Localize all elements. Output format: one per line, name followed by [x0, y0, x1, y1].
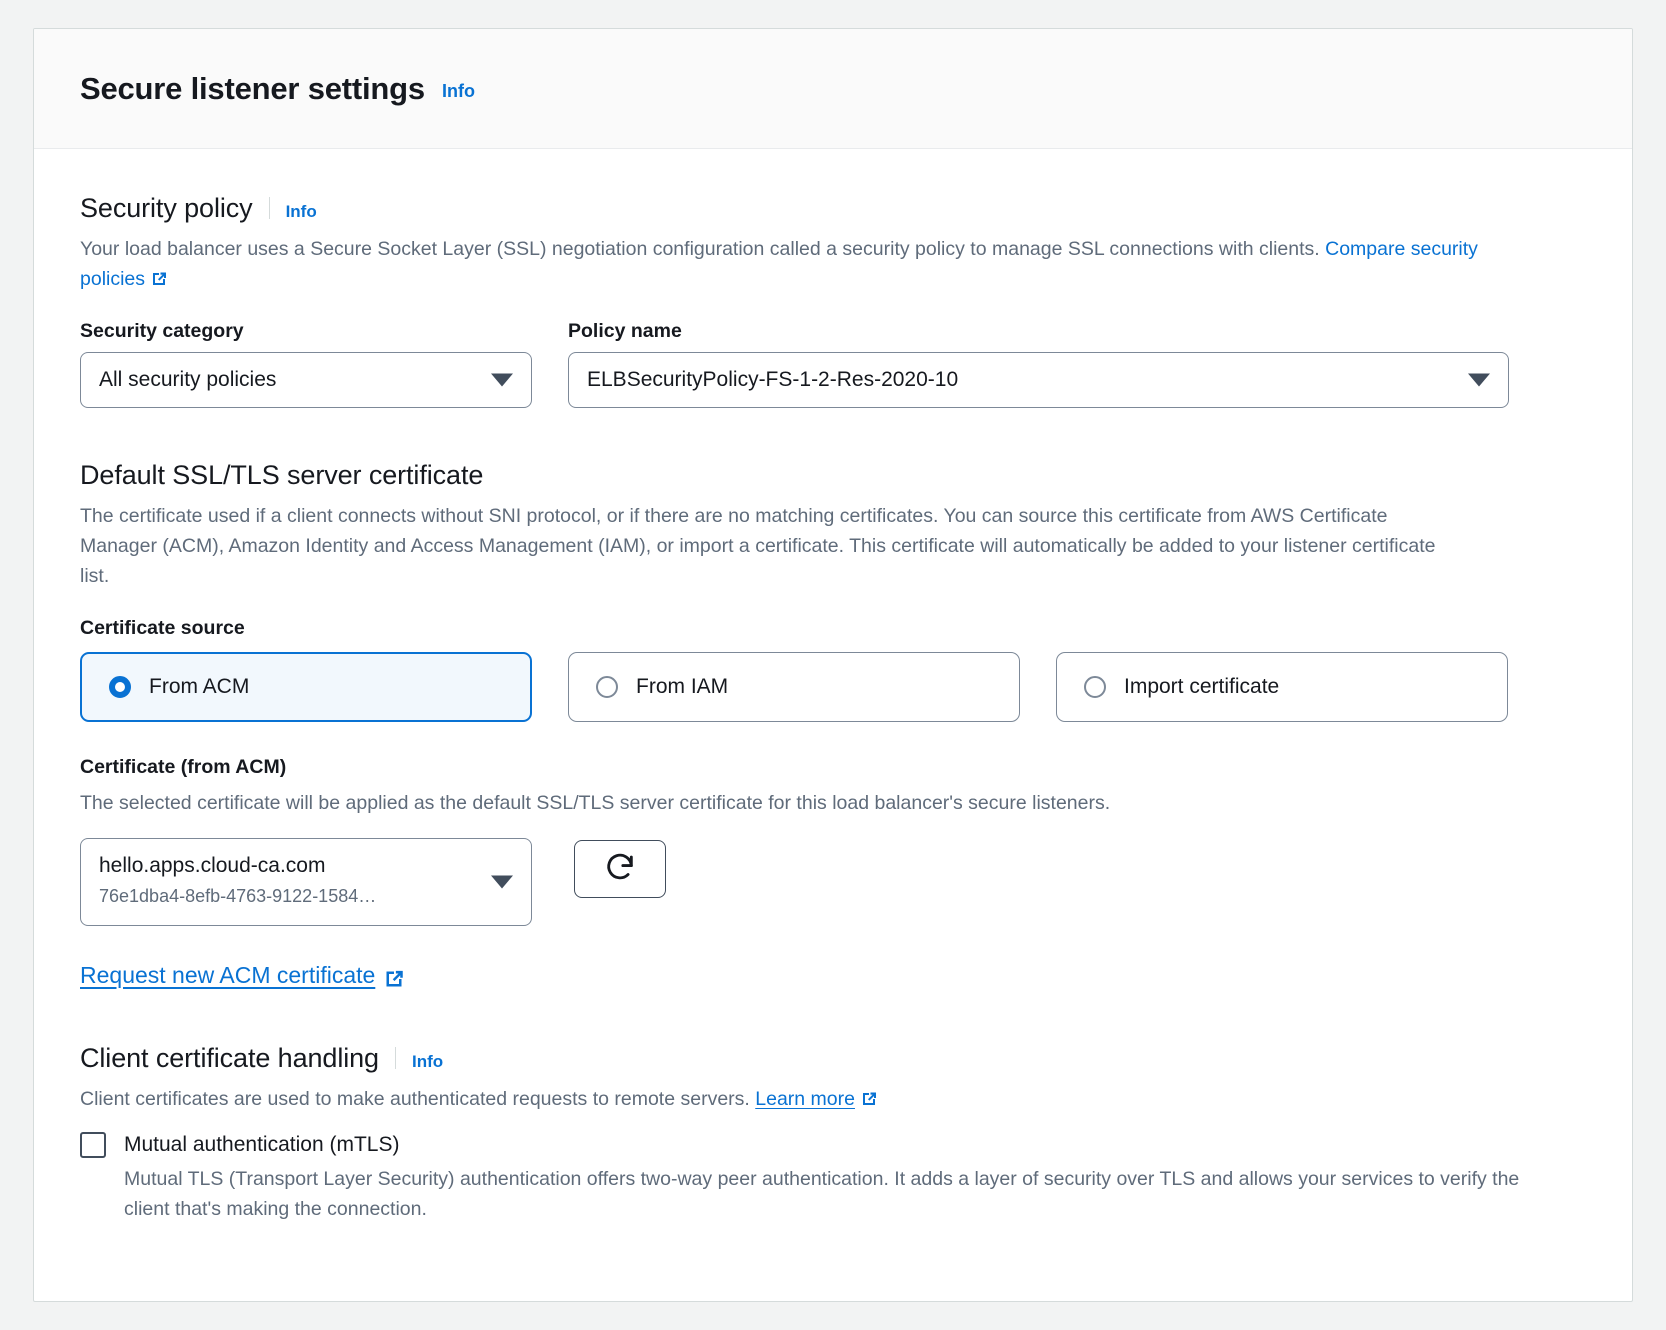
default-certificate-heading: Default SSL/TLS server certificate [80, 460, 1586, 491]
external-link-icon [861, 1091, 877, 1107]
certificate-source-label: Certificate source [80, 617, 245, 639]
panel-info-link[interactable]: Info [442, 81, 475, 102]
security-policy-description: Your load balancer uses a Secure Socket … [80, 234, 1510, 294]
certificate-source-option-import[interactable]: Import certificate [1056, 652, 1508, 722]
client-certificate-info-link[interactable]: Info [412, 1052, 443, 1072]
client-certificate-description-text: Client certificates are used to make aut… [80, 1088, 756, 1110]
panel-body: Security policy Info Your load balancer … [34, 149, 1632, 1224]
security-policy-title: Security policy [80, 193, 253, 223]
security-category-value: All security policies [99, 368, 277, 391]
security-policy-info-link[interactable]: Info [286, 202, 317, 222]
client-certificate-heading: Client certificate handling Info [80, 1043, 1586, 1074]
security-policy-section: Security policy Info Your load balancer … [80, 193, 1586, 408]
certificate-source-option-from-iam[interactable]: From IAM [568, 652, 1020, 722]
policy-name-field: Policy name ELBSecurityPolicy-FS-1-2-Res… [568, 320, 1509, 408]
security-policy-heading: Security policy Info [80, 193, 1586, 224]
mtls-checkbox-row[interactable]: Mutual authentication (mTLS) [80, 1132, 1586, 1158]
refresh-icon [603, 850, 637, 889]
policy-name-value: ELBSecurityPolicy-FS-1-2-Res-2020-10 [587, 368, 959, 391]
radio-icon [596, 676, 618, 698]
default-certificate-description: The certificate used if a client connect… [80, 505, 1436, 587]
certificate-source-options: From ACM From IAM Import certificate [80, 652, 1586, 722]
client-certificate-description: Client certificates are used to make aut… [80, 1084, 1510, 1114]
panel-header: Secure listener settings Info [34, 29, 1632, 149]
certificate-source-option-label: From ACM [149, 675, 250, 698]
mtls-checkbox[interactable] [80, 1132, 106, 1158]
security-category-label: Security category [80, 320, 244, 342]
certificate-select-primary: hello.apps.cloud-ca.com [99, 854, 326, 877]
learn-more-link[interactable]: Learn more [755, 1088, 855, 1110]
heading-divider [394, 1047, 396, 1069]
chevron-down-icon [1468, 373, 1490, 387]
heading-divider [268, 197, 270, 219]
chevron-down-icon [491, 875, 513, 889]
certificate-field: Certificate (from ACM) The selected cert… [80, 756, 1586, 989]
policy-name-label: Policy name [568, 320, 682, 342]
security-category-select[interactable]: All security policies [80, 352, 532, 408]
secure-listener-settings-panel: Secure listener settings Info Security p… [33, 28, 1633, 1302]
security-policy-description-text: Your load balancer uses a Secure Socket … [80, 238, 1326, 260]
certificate-source-option-label: From IAM [636, 675, 729, 698]
request-new-acm-certificate-link[interactable]: Request new ACM certificate [80, 962, 404, 989]
certificate-source-option-label: Import certificate [1124, 675, 1280, 698]
certificate-select-secondary: 76e1dba4-8efb-4763-9122-1584… [99, 886, 377, 906]
external-link-icon [151, 271, 167, 287]
mtls-checkbox-label: Mutual authentication (mTLS) [124, 1133, 400, 1156]
client-certificate-title: Client certificate handling [80, 1043, 379, 1073]
chevron-down-icon [491, 373, 513, 387]
certificate-description: The selected certificate will be applied… [80, 792, 1111, 814]
refresh-certificates-button[interactable] [574, 840, 666, 898]
request-new-acm-certificate-label: Request new ACM certificate [80, 962, 376, 988]
policy-selects-row: Security category All security policies … [80, 320, 1586, 408]
radio-icon [109, 676, 131, 698]
security-category-field: Security category All security policies [80, 320, 532, 408]
external-link-icon [384, 969, 404, 989]
default-certificate-section: Default SSL/TLS server certificate The c… [80, 460, 1586, 989]
certificate-source-option-from-acm[interactable]: From ACM [80, 652, 532, 722]
certificate-source-field: Certificate source From ACM From IAM Imp… [80, 617, 1586, 722]
default-certificate-title: Default SSL/TLS server certificate [80, 460, 484, 490]
client-certificate-section: Client certificate handling Info Client … [80, 1043, 1586, 1224]
certificate-label: Certificate (from ACM) [80, 756, 287, 778]
page-title: Secure listener settings [80, 70, 425, 106]
mtls-description: Mutual TLS (Transport Layer Security) au… [124, 1168, 1520, 1220]
certificate-select-row: hello.apps.cloud-ca.com 76e1dba4-8efb-47… [80, 838, 1586, 926]
radio-icon [1084, 676, 1106, 698]
certificate-select[interactable]: hello.apps.cloud-ca.com 76e1dba4-8efb-47… [80, 838, 532, 926]
policy-name-select[interactable]: ELBSecurityPolicy-FS-1-2-Res-2020-10 [568, 352, 1509, 408]
